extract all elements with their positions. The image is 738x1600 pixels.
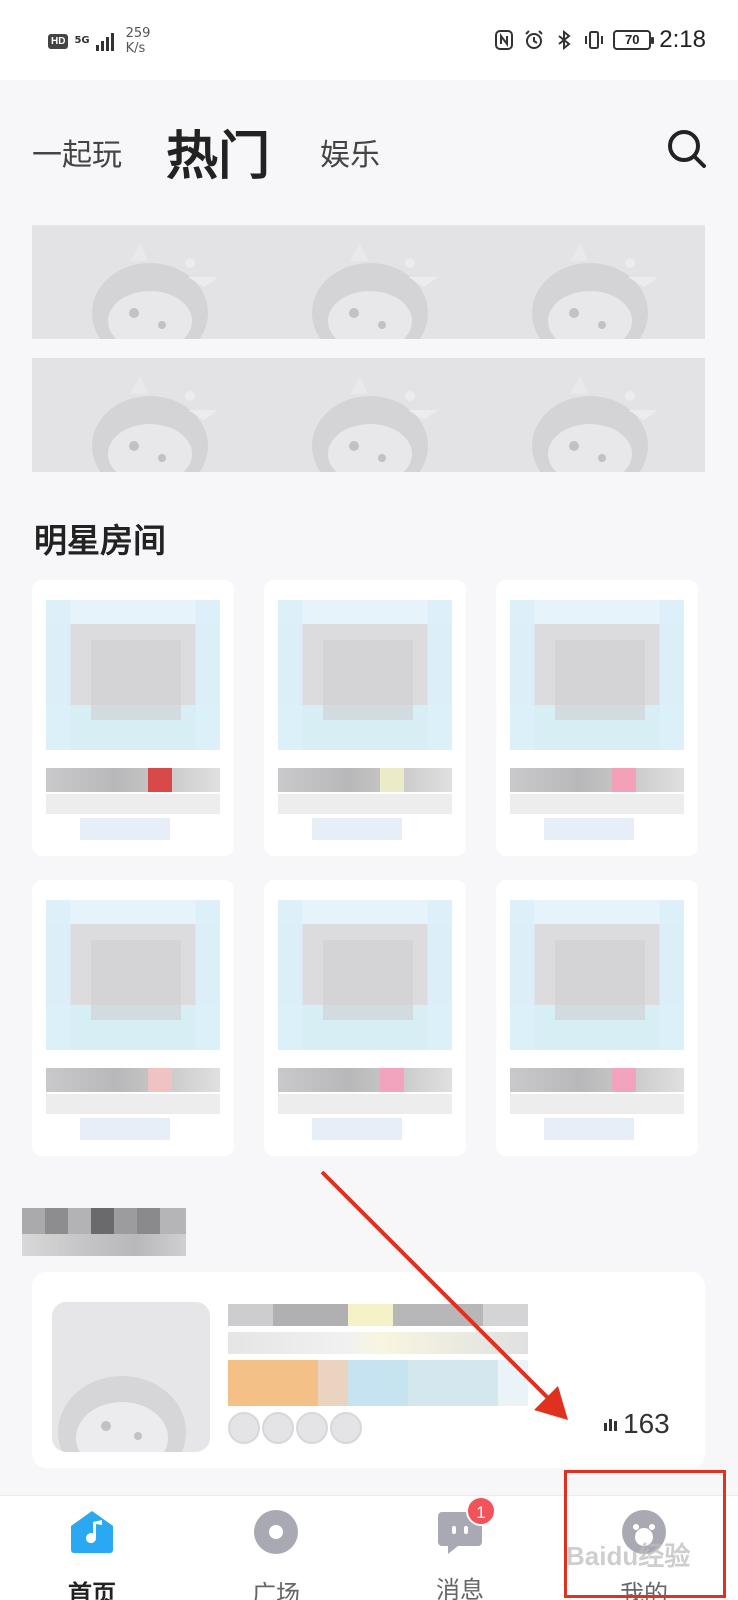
message-icon-wrap: 1: [436, 1496, 496, 1556]
room-meta: [544, 818, 634, 840]
room-tag: [380, 768, 404, 792]
search-icon[interactable]: [664, 126, 710, 172]
alarm-icon: [525, 30, 543, 49]
tab-square-label: 广场: [252, 1580, 300, 1600]
room-name: [46, 1068, 220, 1092]
mascot-icon: [92, 376, 218, 472]
tab-entertainment[interactable]: 娱乐: [320, 130, 380, 174]
avatar: [228, 1412, 260, 1444]
room-subtitle: [278, 1094, 452, 1114]
status-bar: HD 5G 259 K/s 70 2:18: [0, 0, 738, 80]
tab-hot[interactable]: 热门: [166, 114, 270, 189]
audio-bars-icon: [604, 1417, 617, 1431]
room-card[interactable]: [496, 580, 698, 856]
tab-mine[interactable]: 我的: [584, 1508, 704, 1600]
avatar: [262, 1412, 294, 1444]
room-meta: [80, 1118, 170, 1140]
signal-icon: [95, 31, 114, 51]
mascot-icon: [312, 243, 438, 339]
status-left: HD 5G 259 K/s: [48, 26, 150, 56]
room-thumbnail: [278, 900, 452, 1050]
clock: 2:18: [659, 26, 706, 53]
home-music-icon: [71, 1511, 113, 1553]
mascot-icon: [58, 1376, 186, 1452]
profile-icon: [622, 1510, 666, 1554]
section-title-blurred: [22, 1208, 186, 1256]
tab-mine-label: 我的: [620, 1580, 668, 1600]
tab-home[interactable]: 首页: [32, 1508, 152, 1600]
bluetooth-icon: [558, 29, 571, 51]
room-subtitle: [228, 1332, 528, 1354]
viewer-count-value: 163: [623, 1408, 670, 1439]
room-name: [510, 1068, 684, 1092]
live-room-card[interactable]: 163: [32, 1272, 705, 1468]
room-subtitle: [510, 794, 684, 814]
bottom-tab-bar: 首页 广场 1 消息 我的: [0, 1495, 738, 1600]
room-name: [278, 1068, 452, 1092]
status-right: 70 2:18: [493, 26, 706, 54]
room-name: [510, 768, 684, 792]
room-card[interactable]: [264, 880, 466, 1156]
room-card[interactable]: [496, 880, 698, 1156]
room-name: [278, 768, 452, 792]
room-thumbnail: [46, 600, 220, 750]
room-tag: [148, 1068, 172, 1092]
room-subtitle: [46, 794, 220, 814]
banner-placeholder[interactable]: [32, 358, 705, 472]
viewer-count: 163: [604, 1408, 670, 1440]
tab-home-label: 首页: [68, 1580, 116, 1600]
room-card[interactable]: [264, 580, 466, 856]
room-subtitle: [278, 794, 452, 814]
room-name: [46, 768, 220, 792]
room-subtitle: [46, 1094, 220, 1114]
room-title: [228, 1304, 528, 1326]
network-type: 5G: [74, 35, 90, 46]
room-tag: [612, 768, 636, 792]
mascot-icon: [532, 243, 658, 339]
room-meta: [80, 818, 170, 840]
disc-icon: [254, 1510, 298, 1554]
nfc-icon: [495, 30, 514, 50]
room-tags: [228, 1360, 528, 1406]
vibrate-icon: [585, 31, 604, 49]
unread-badge: 1: [466, 1496, 496, 1526]
room-subtitle: [510, 1094, 684, 1114]
mascot-icon: [532, 376, 658, 472]
room-card[interactable]: [32, 580, 234, 856]
tab-square[interactable]: 广场: [216, 1508, 336, 1600]
room-tag: [148, 768, 172, 792]
room-thumbnail: [278, 600, 452, 750]
room-tag: [612, 1068, 636, 1092]
avatar: [296, 1412, 328, 1444]
tab-messages[interactable]: 1 消息: [400, 1496, 520, 1600]
room-meta: [312, 818, 402, 840]
mascot-icon: [92, 243, 218, 339]
room-tag: [380, 1068, 404, 1092]
section-title-star-rooms: 明星房间: [34, 521, 166, 560]
room-meta: [312, 1118, 402, 1140]
hd-icon: HD: [48, 33, 69, 49]
room-thumbnail: [510, 600, 684, 750]
room-thumbnail: [510, 900, 684, 1050]
top-nav: 一起玩 热门 娱乐: [0, 100, 738, 200]
battery-icon: 70: [613, 30, 655, 50]
tab-messages-label: 消息: [436, 1576, 484, 1600]
audience-avatars: [228, 1412, 362, 1444]
network-speed: 259 K/s: [125, 26, 151, 56]
avatar: [330, 1412, 362, 1444]
tab-play-together[interactable]: 一起玩: [32, 130, 122, 174]
banner-placeholder[interactable]: [32, 225, 705, 339]
room-cover: [52, 1302, 210, 1452]
room-thumbnail: [46, 900, 220, 1050]
room-card[interactable]: [32, 880, 234, 1156]
room-meta: [544, 1118, 634, 1140]
mascot-icon: [312, 376, 438, 472]
